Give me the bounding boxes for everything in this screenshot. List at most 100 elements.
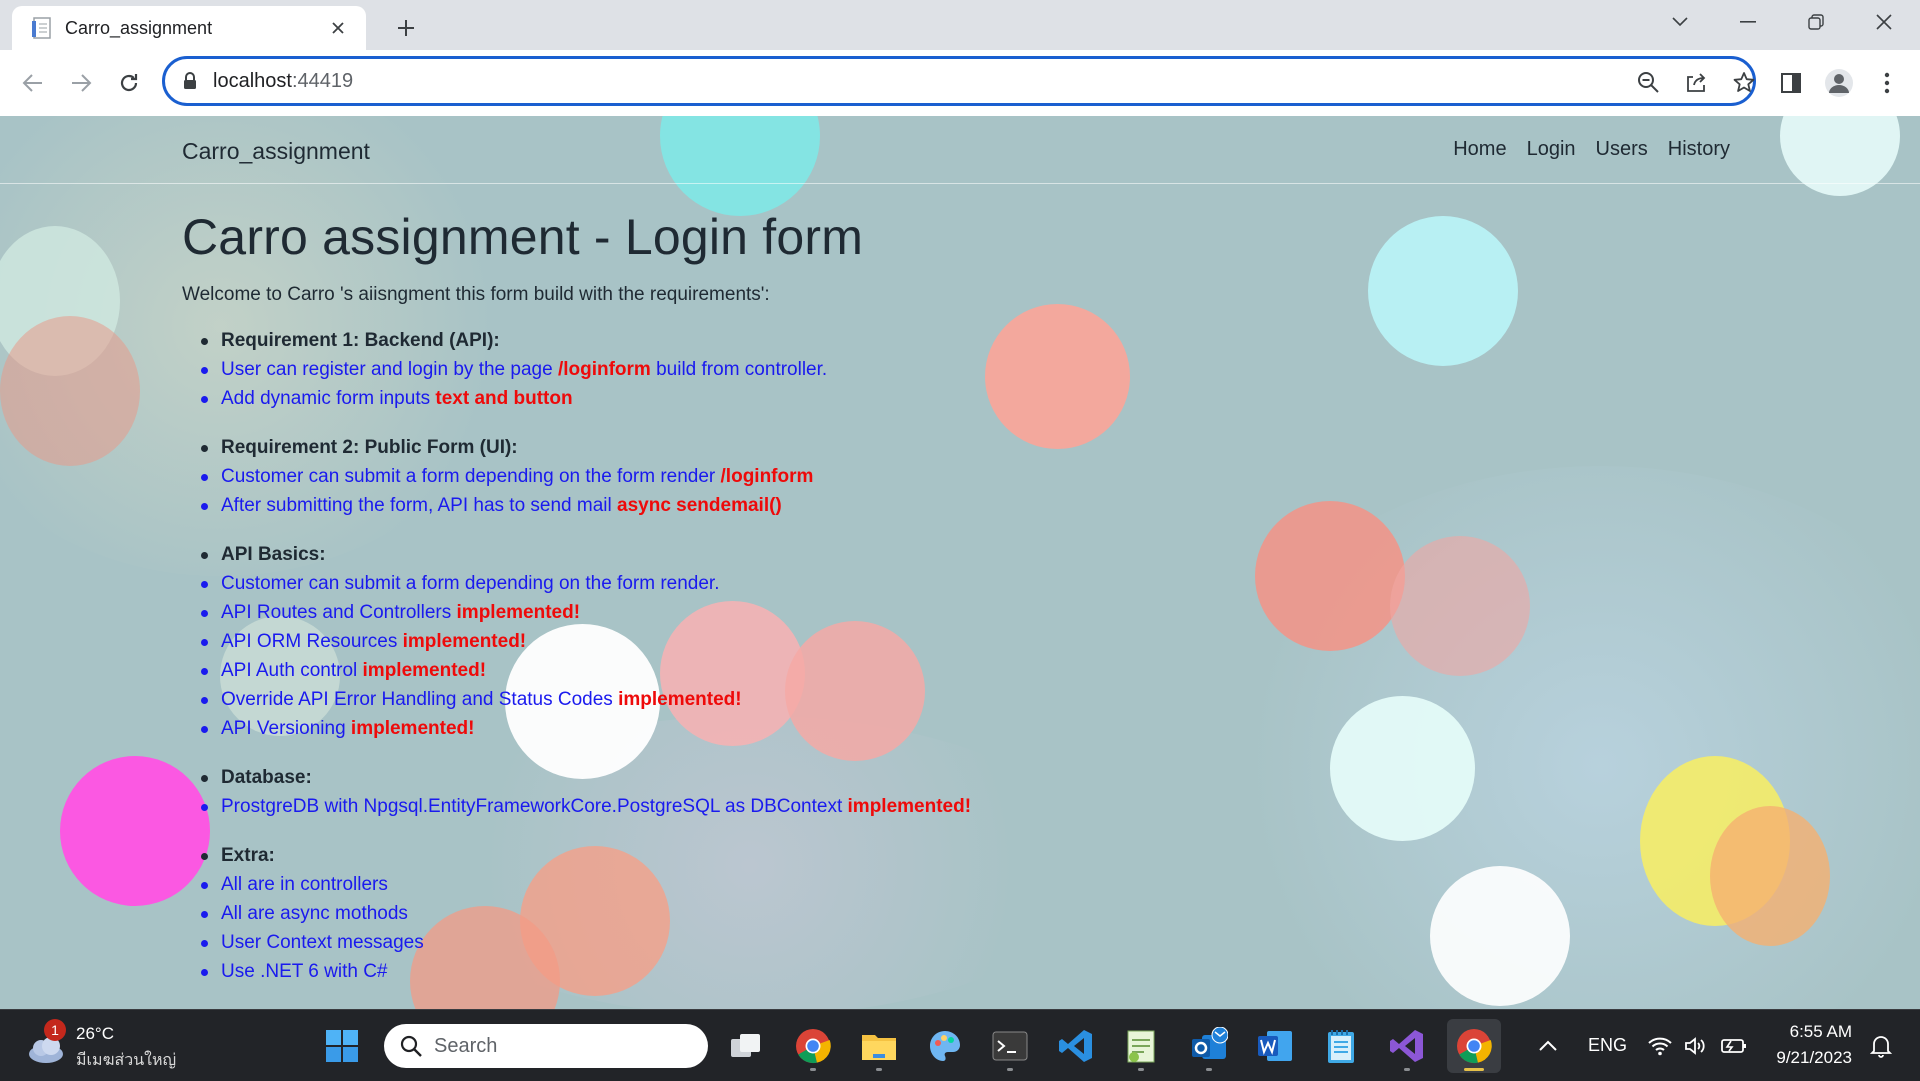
minimize-icon[interactable]	[1730, 8, 1766, 36]
requirement-item[interactable]: API ORM Resources implemented!	[182, 627, 1382, 656]
requirement-item[interactable]: Add dynamic form inputs text and button	[182, 384, 1382, 413]
url-port: :44419	[291, 70, 354, 92]
item-highlight: implemented!	[350, 718, 475, 739]
item-text: API ORM Resources	[221, 631, 403, 652]
requirement-item[interactable]: All are async mothods	[182, 899, 1382, 928]
zoom-icon[interactable]	[1635, 69, 1661, 95]
paint-icon[interactable]	[925, 1026, 965, 1066]
word-icon[interactable]	[1255, 1026, 1295, 1066]
visual-studio-icon[interactable]	[1387, 1026, 1427, 1066]
requirement-item[interactable]: API Auth control implemented!	[182, 656, 1382, 685]
wifi-icon[interactable]	[1642, 1026, 1678, 1066]
item-highlight: implemented!	[847, 796, 972, 817]
item-text: Customer can submit a form depending on …	[221, 573, 720, 594]
requirement-item[interactable]: After submitting the form, API has to se…	[182, 491, 1382, 520]
language-indicator[interactable]: ENG	[1588, 1035, 1627, 1056]
item-text: API Auth control	[221, 660, 363, 681]
outlook-icon[interactable]	[1189, 1026, 1229, 1066]
requirements-list: Requirement 1: Backend (API): User can re…	[182, 326, 1382, 986]
chrome-icon[interactable]	[793, 1026, 833, 1066]
item-highlight: implemented!	[618, 689, 742, 710]
item-highlight: /loginform	[720, 466, 814, 487]
page-title: Carro assignment - Login form	[182, 209, 864, 265]
requirement-item[interactable]: Use .NET 6 with C#	[182, 957, 1382, 986]
search-placeholder: Search	[434, 1034, 498, 1057]
clock-time[interactable]: 6:55 AM	[1772, 1022, 1852, 1042]
section-heading: Requirement 2: Public Form (UI):	[182, 433, 1382, 462]
profile-avatar-icon[interactable]	[1822, 66, 1856, 100]
clock-date[interactable]: 9/21/2023	[1762, 1048, 1852, 1068]
requirement-item[interactable]: API Versioning implemented!	[182, 714, 1382, 743]
taskbar-search-box[interactable]: Search	[384, 1024, 708, 1068]
requirement-item[interactable]: User Context messages	[182, 928, 1382, 957]
requirement-section: Database: ProstgreDB with Npgsql.EntityFr…	[182, 763, 1382, 821]
volume-icon[interactable]	[1678, 1026, 1714, 1066]
menu-kebab-icon[interactable]	[1870, 66, 1904, 100]
requirement-item[interactable]: ProstgreDB with Npgsql.EntityFrameworkCo…	[182, 792, 1382, 821]
item-highlight: implemented!	[362, 660, 487, 681]
vscode-icon[interactable]	[1056, 1026, 1096, 1066]
item-text: Customer can submit a form depending on …	[221, 466, 721, 487]
tab-search-chevron-icon[interactable]	[1662, 8, 1698, 36]
task-view-icon[interactable]	[726, 1026, 766, 1066]
page-icon	[31, 17, 53, 39]
item-text: User Context messages	[221, 932, 424, 953]
lock-icon[interactable]	[183, 72, 197, 95]
back-arrow-icon[interactable]	[16, 66, 50, 100]
close-tab-icon[interactable]	[324, 14, 352, 42]
windows-start-icon[interactable]	[322, 1026, 362, 1066]
site-brand-link[interactable]: Carro_assignment	[182, 138, 370, 165]
chrome-active-icon[interactable]	[1447, 1019, 1501, 1073]
requirement-item[interactable]: Customer can submit a form depending on …	[182, 569, 1382, 598]
item-text: Use .NET 6 with C#	[221, 961, 388, 982]
notepad-icon[interactable]	[1321, 1026, 1361, 1066]
item-highlight: /loginform	[557, 359, 651, 380]
weather-alert-badge: 1	[44, 1019, 66, 1041]
bookmark-star-icon[interactable]	[1731, 69, 1757, 95]
item-highlight: text and button	[435, 388, 573, 409]
file-explorer-icon[interactable]	[859, 1026, 899, 1066]
item-text: After submitting the form, API has to se…	[221, 495, 618, 516]
site-menu: Home Login Users History	[1453, 138, 1730, 161]
item-text: Add dynamic form inputs	[221, 388, 436, 409]
address-bar[interactable]: localhost:44419	[162, 56, 1756, 106]
requirement-section: Extra: All are in controllers All are asyn…	[182, 841, 1382, 986]
notepad-plus-icon[interactable]	[1121, 1026, 1161, 1066]
nav-link-history[interactable]: History	[1668, 138, 1730, 161]
notification-bell-icon[interactable]	[1866, 1026, 1896, 1066]
item-highlight: implemented!	[402, 631, 527, 652]
tab-title: Carro_assignment	[65, 17, 213, 38]
requirement-section: Requirement 1: Backend (API): User can re…	[182, 326, 1382, 413]
nav-link-home[interactable]: Home	[1453, 138, 1506, 161]
battery-icon[interactable]	[1716, 1026, 1752, 1066]
requirement-item[interactable]: Override API Error Handling and Status C…	[182, 685, 1382, 714]
item-text: ProstgreDB with Npgsql.EntityFrameworkCo…	[221, 796, 848, 817]
chevron-up-icon[interactable]	[1528, 1026, 1568, 1066]
weather-temperature[interactable]: 26°C	[76, 1024, 114, 1044]
nav-link-login[interactable]: Login	[1527, 138, 1576, 161]
close-window-icon[interactable]	[1866, 8, 1902, 36]
requirement-item[interactable]: API Routes and Controllers implemented!	[182, 598, 1382, 627]
item-highlight: implemented!	[456, 602, 581, 623]
intro-text: Welcome to Carro 's aiisngment this form…	[182, 284, 770, 305]
share-icon[interactable]	[1683, 69, 1709, 95]
item-text: All are async mothods	[221, 903, 408, 924]
requirement-section: API Basics: Customer can submit a form de…	[182, 540, 1382, 743]
terminal-icon[interactable]	[990, 1026, 1030, 1066]
section-heading: API Basics:	[182, 540, 1382, 569]
reload-icon[interactable]	[112, 66, 146, 100]
requirement-item[interactable]: User can register and login by the page …	[182, 355, 1382, 384]
side-panel-icon[interactable]	[1774, 66, 1808, 100]
url-text[interactable]: localhost:44419	[213, 70, 353, 93]
item-text: Override API Error Handling and Status C…	[221, 689, 619, 710]
new-tab-icon[interactable]	[390, 12, 422, 44]
item-suffix: build from controller.	[650, 359, 828, 380]
forward-arrow-icon[interactable]	[64, 66, 98, 100]
requirement-item[interactable]: Customer can submit a form depending on …	[182, 462, 1382, 491]
nav-link-users[interactable]: Users	[1596, 138, 1648, 161]
item-text: API Routes and Controllers	[221, 602, 457, 623]
requirement-item[interactable]: All are in controllers	[182, 870, 1382, 899]
browser-tab[interactable]: Carro_assignment	[12, 6, 366, 50]
restore-icon[interactable]	[1798, 8, 1834, 36]
weather-description[interactable]: มีเมฆส่วนใหญ่	[76, 1048, 176, 1073]
